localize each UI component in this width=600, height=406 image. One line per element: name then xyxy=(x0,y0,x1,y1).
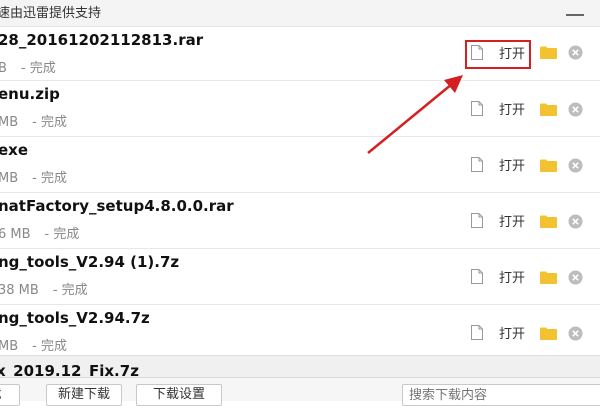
close-icon[interactable] xyxy=(568,326,583,341)
folder-icon[interactable] xyxy=(540,327,557,340)
status-text: - 完成 xyxy=(44,227,80,242)
title-bar: 速由迅雷提供支持 xyxy=(0,0,600,27)
file-size: MB xyxy=(0,171,19,186)
download-item[interactable]: 28_20161202112813.rar B - 完成 打开 xyxy=(0,27,600,81)
file-meta: MB - 完成 xyxy=(0,111,67,130)
status-text: - 完成 xyxy=(52,283,88,298)
download-item[interactable]: enu.zip MB - 完成 打开 xyxy=(0,81,600,137)
file-icon[interactable] xyxy=(471,325,483,340)
file-icon[interactable] xyxy=(471,269,483,284)
open-button[interactable]: 打开 xyxy=(499,99,525,118)
file-size: B xyxy=(0,61,7,76)
close-icon[interactable] xyxy=(568,45,583,60)
open-button[interactable]: 打开 xyxy=(499,211,525,230)
file-name: natFactory_setup4.8.0.0.rar xyxy=(0,197,234,215)
download-button[interactable]: 载 xyxy=(0,384,20,406)
folder-icon[interactable] xyxy=(540,103,557,116)
open-button[interactable]: 打开 xyxy=(499,155,525,174)
minimize-icon[interactable] xyxy=(566,14,584,16)
download-item[interactable]: ng_tools_V2.94.7z MB - 完成 打开 xyxy=(0,305,600,355)
download-list: 28_20161202112813.rar B - 完成 打开 enu.zip M… xyxy=(0,27,600,355)
download-item[interactable]: x_2019.12_Fix.7z xyxy=(0,355,600,380)
file-size: 38 MB xyxy=(0,283,39,298)
folder-icon[interactable] xyxy=(540,46,557,59)
folder-icon[interactable] xyxy=(540,215,557,228)
download-item[interactable]: natFactory_setup4.8.0.0.rar 6 MB - 完成 打开 xyxy=(0,193,600,249)
file-icon[interactable] xyxy=(471,213,483,228)
close-icon[interactable] xyxy=(568,158,583,173)
file-size: 6 MB xyxy=(0,227,31,242)
search-input[interactable] xyxy=(402,384,600,406)
file-name: ng_tools_V2.94.7z xyxy=(0,309,150,327)
status-text: - 完成 xyxy=(20,61,56,76)
close-icon[interactable] xyxy=(568,214,583,229)
file-meta: 38 MB - 完成 xyxy=(0,279,88,298)
folder-icon[interactable] xyxy=(540,271,557,284)
file-meta: MB - 完成 xyxy=(0,335,67,354)
file-name: enu.zip xyxy=(0,85,60,103)
file-name: ng_tools_V2.94 (1).7z xyxy=(0,253,180,271)
close-icon[interactable] xyxy=(568,102,583,117)
open-button[interactable]: 打开 xyxy=(499,43,525,62)
open-button[interactable]: 打开 xyxy=(499,323,525,342)
folder-icon[interactable] xyxy=(540,159,557,172)
window-title: 速由迅雷提供支持 xyxy=(0,6,102,21)
download-item[interactable]: ng_tools_V2.94 (1).7z 38 MB - 完成 打开 xyxy=(0,249,600,305)
file-size: MB xyxy=(0,339,19,354)
status-text: - 完成 xyxy=(32,171,67,186)
download-item[interactable]: exe MB - 完成 打开 xyxy=(0,137,600,193)
file-meta: B - 完成 xyxy=(0,57,56,76)
file-name: exe xyxy=(0,141,29,159)
file-name: 28_20161202112813.rar xyxy=(0,31,204,49)
download-settings-button[interactable]: 下载设置 xyxy=(136,384,222,406)
file-meta: MB - 完成 xyxy=(0,167,67,186)
status-text: - 完成 xyxy=(32,115,67,130)
open-button[interactable]: 打开 xyxy=(499,267,525,286)
file-meta: 6 MB - 完成 xyxy=(0,223,79,242)
close-icon[interactable] xyxy=(568,270,583,285)
file-icon[interactable] xyxy=(471,45,483,60)
bottom-toolbar: 载 新建下载 下载设置 xyxy=(0,377,600,406)
file-icon[interactable] xyxy=(471,157,483,172)
file-size: MB xyxy=(0,115,19,130)
new-download-button[interactable]: 新建下载 xyxy=(46,384,122,406)
file-icon[interactable] xyxy=(471,101,483,116)
status-text: - 完成 xyxy=(32,339,67,354)
